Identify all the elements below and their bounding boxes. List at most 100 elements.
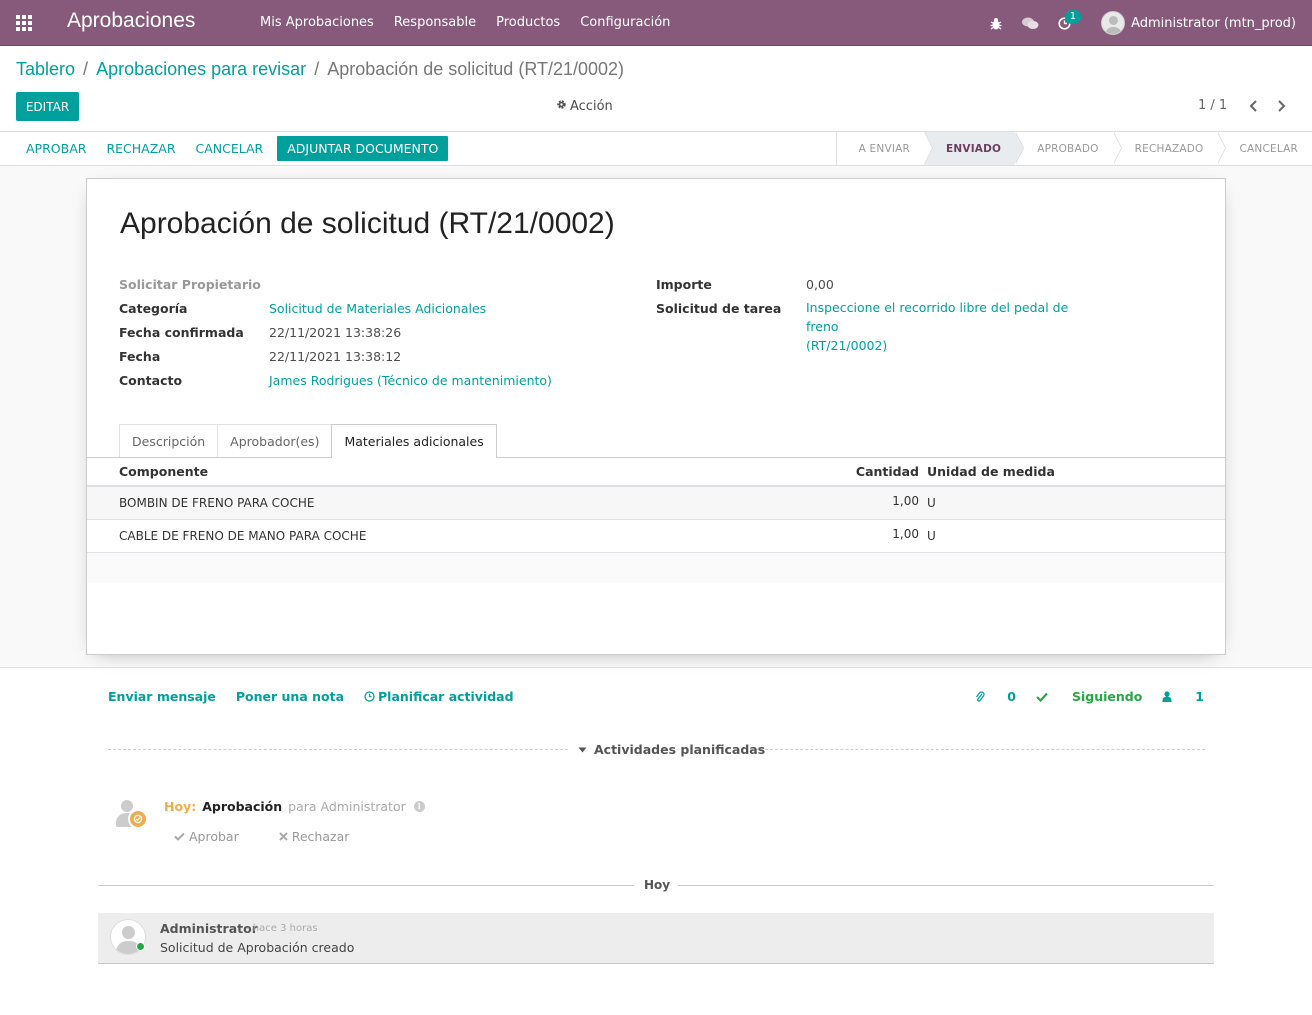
materials-table: Componente Cantidad Unidad de medida BOM… [87, 458, 1225, 583]
log-note-button[interactable]: Poner una nota [236, 689, 344, 704]
owner-label: Solicitar Propietario [119, 277, 261, 292]
activity-reject-label: Rechazar [291, 829, 350, 844]
category-value[interactable]: Solicitud de Materiales Adicionales [269, 301, 486, 316]
activity-summary: Hoy: Aprobación para Administrator i [164, 799, 425, 814]
breadcrumb-aprobaciones[interactable]: Aprobaciones para revisar [96, 59, 306, 80]
task-value[interactable]: Inspeccione el recorrido libre del pedal… [806, 298, 1096, 355]
planned-divider-left [108, 749, 568, 750]
activity-reject-button[interactable]: Rechazar [279, 829, 370, 844]
field-contact: Contacto James Rodrigues (Técnico de man… [119, 373, 552, 388]
user-menu[interactable]: Administrator (mtn_prod) [1131, 16, 1296, 31]
form-sheet: Aprobación de solicitud (RT/21/0002) Sol… [86, 178, 1226, 655]
menu-responsable[interactable]: Responsable [394, 15, 476, 30]
category-label: Categoría [119, 301, 188, 316]
activity-clock-icon[interactable]: 1 [1047, 0, 1082, 46]
edit-button[interactable]: EDITAR [16, 92, 79, 121]
send-message-button[interactable]: Enviar mensaje [108, 689, 216, 704]
activity-title: Aprobación [202, 799, 283, 814]
attachments-button[interactable]: 0 [975, 689, 1016, 704]
breadcrumb-separator: / [83, 59, 89, 79]
task-value-line1: Inspeccione el recorrido libre del pedal… [806, 300, 1069, 334]
planned-activities-toggle[interactable]: Actividades planificadas [578, 742, 765, 757]
systray: 1 Administrator (mtn_prod) [979, 0, 1312, 46]
tab-descripcion[interactable]: Descripción [119, 424, 219, 457]
stage-enviado[interactable]: ENVIADO [924, 132, 1025, 165]
reject-button[interactable]: RECHAZAR [96, 136, 185, 161]
following-button[interactable]: Siguiendo [1036, 689, 1142, 704]
breadcrumb: Tablero / Aprobaciones para revisar / Ap… [16, 59, 624, 80]
header-componente[interactable]: Componente [119, 464, 817, 479]
cell-componente: BOMBIN DE FRENO PARA COCHE [119, 496, 315, 510]
activity-assignee: para Administrator [288, 799, 406, 814]
menu-configuracion[interactable]: Configuración [580, 15, 670, 30]
table-row[interactable]: BOMBIN DE FRENO PARA COCHE 1,00 U [87, 487, 1225, 520]
menu-mis-aprobaciones[interactable]: Mis Aprobaciones [260, 15, 374, 30]
header-unidad[interactable]: Unidad de medida [927, 464, 1127, 479]
top-menu: Mis Aprobaciones Responsable Productos C… [250, 15, 680, 30]
stage-pipeline: A ENVIAR ENVIADO APROBADO RECHAZADO CANC… [835, 132, 1312, 165]
attach-document-button[interactable]: ADJUNTAR DOCUMENTO [277, 136, 449, 161]
confirmed-date-label: Fecha confirmada [119, 325, 244, 340]
field-confirmed-date: Fecha confirmada 22/11/2021 13:38:26 [119, 325, 401, 340]
attachments-count: 0 [1007, 689, 1016, 704]
gear-icon [556, 99, 567, 114]
followers-button[interactable]: 1 [1162, 689, 1204, 704]
activity-when: Hoy: [164, 799, 197, 814]
action-menu-button[interactable]: Acción [556, 99, 613, 114]
caret-down-icon [578, 747, 587, 752]
breadcrumb-separator: / [314, 59, 320, 79]
planned-activities-title: Actividades planificadas [594, 742, 766, 757]
activity-approve-button[interactable]: Aprobar [174, 829, 259, 844]
contact-value[interactable]: James Rodrigues (Técnico de mantenimient… [269, 373, 552, 388]
followers-count: 1 [1195, 689, 1204, 704]
online-status-icon [136, 942, 145, 951]
check-icon [1036, 692, 1048, 702]
info-icon[interactable]: i [413, 801, 425, 812]
cell-unidad: U [927, 529, 936, 543]
chatter-actions: Enviar mensaje Poner una nota Planificar… [108, 689, 554, 704]
cancel-button[interactable]: CANCELAR [186, 136, 274, 161]
schedule-activity-button[interactable]: Planificar actividad [364, 689, 534, 704]
message-date: - hace 3 horas [246, 923, 318, 934]
apps-menu-icon[interactable] [16, 15, 34, 31]
stage-aprobado[interactable]: APROBADO [1015, 132, 1123, 165]
approve-button[interactable]: APROBAR [16, 136, 96, 161]
task-label: Solicitud de tarea [656, 301, 782, 316]
date-value: 22/11/2021 13:38:12 [269, 349, 402, 364]
check-icon [174, 832, 185, 841]
tab-materiales-adicionales[interactable]: Materiales adicionales [331, 424, 497, 458]
action-label: Acción [570, 99, 613, 114]
pager-value[interactable]: 1 / 1 [1198, 98, 1227, 113]
breadcrumb-tablero[interactable]: Tablero [16, 59, 75, 80]
app-title[interactable]: Aprobaciones [67, 9, 195, 33]
close-icon [279, 832, 288, 841]
contact-label: Contacto [119, 373, 183, 388]
cell-componente: CABLE DE FRENO DE MANO PARA COCHE [119, 529, 367, 543]
activity-actions: Aprobar Rechazar [174, 829, 389, 844]
message-author[interactable]: Administrator [160, 921, 258, 936]
field-task: Solicitud de tarea Inspeccione el recorr… [656, 298, 1096, 355]
amount-value: 0,00 [806, 277, 834, 292]
chevron-right-icon[interactable] [1273, 96, 1289, 116]
clock-icon [364, 691, 375, 702]
chevron-left-icon[interactable] [1245, 96, 1261, 116]
today-label: Hoy [644, 878, 671, 892]
following-label: Siguiendo [1071, 689, 1143, 704]
table-row[interactable]: CABLE DE FRENO DE MANO PARA COCHE 1,00 U [87, 520, 1225, 553]
cell-cantidad: 1,00 [892, 527, 919, 541]
header-cantidad[interactable]: Cantidad [817, 464, 927, 479]
menu-productos[interactable]: Productos [496, 15, 560, 30]
table-empty-row [87, 553, 1225, 583]
status-bar-buttons: APROBAR RECHAZAR CANCELAR ADJUNTAR DOCUM… [16, 136, 449, 161]
bug-icon[interactable] [979, 0, 1013, 46]
tab-aprobadores[interactable]: Aprobador(es) [217, 424, 333, 457]
field-date: Fecha 22/11/2021 13:38:12 [119, 349, 401, 364]
cell-cantidad: 1,00 [892, 494, 919, 508]
user-avatar[interactable] [1101, 11, 1126, 35]
stage-rechazado[interactable]: RECHAZADO [1113, 132, 1227, 165]
stage-a-enviar[interactable]: A ENVIAR [837, 132, 934, 165]
stage-cancelar[interactable]: CANCELAR [1217, 132, 1312, 165]
messages-icon[interactable] [1013, 0, 1047, 46]
today-divider-left [98, 885, 634, 886]
user-icon [1162, 691, 1172, 702]
